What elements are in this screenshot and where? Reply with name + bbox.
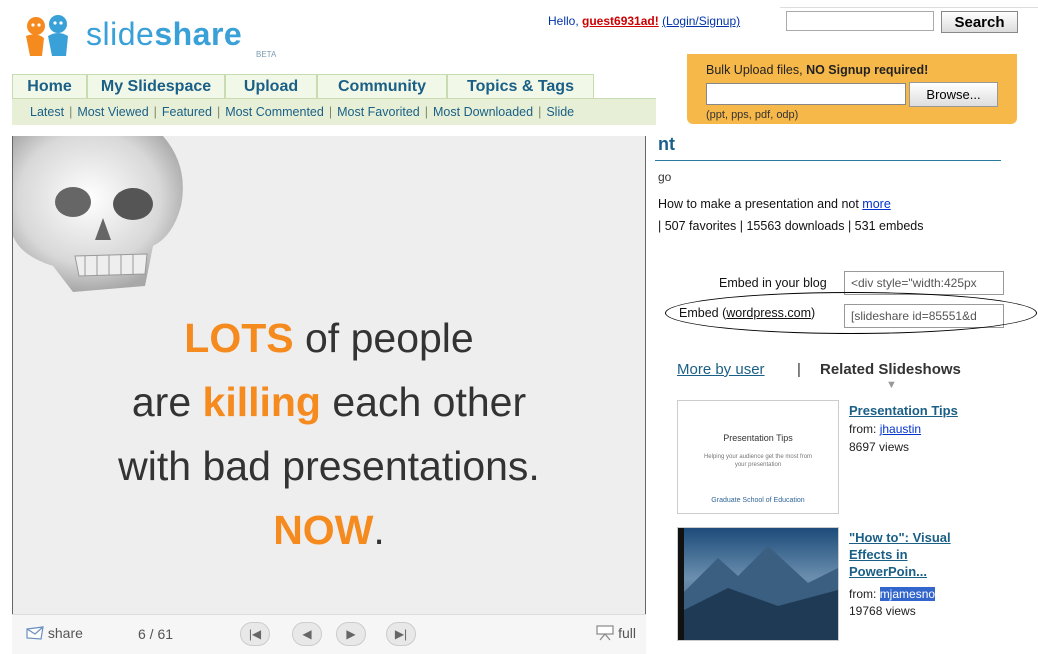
mountain-image [678, 528, 838, 640]
tab-upload[interactable]: Upload [225, 74, 317, 98]
related-title-1[interactable]: Presentation Tips [849, 402, 958, 419]
upload-file-field[interactable] [706, 83, 906, 105]
upload-time: go [658, 170, 672, 184]
page-counter: 6 / 61 [138, 626, 174, 642]
slide-line-3: with bad presentations. [118, 443, 540, 489]
tab-topics-tags[interactable]: Topics & Tags [447, 74, 594, 98]
thumb-subtitle: Helping your audience get the most from … [703, 454, 813, 468]
bulk-upload-box: Bulk Upload files, NO Signup required! B… [687, 54, 1017, 124]
slideshow-stats: | 507 favorites | 15563 downloads | 531 … [658, 219, 924, 233]
related-from-2: from: mjamesno [849, 587, 936, 601]
fullscreen-button[interactable]: full [596, 625, 636, 641]
last-slide-button[interactable]: ▶| [386, 622, 416, 646]
related-author-link-1[interactable]: jhaustin [880, 422, 921, 436]
player-controls: share 6 / 61 |◀ ◀ ▶ ▶| full [12, 614, 646, 654]
subnav-slide[interactable]: Slide [546, 105, 574, 119]
more-link[interactable]: more [862, 197, 890, 211]
projector-screen-icon [596, 625, 614, 641]
thumb-title: Presentation Tips [723, 433, 793, 443]
previous-slide-button[interactable]: ◀ [292, 622, 322, 646]
first-slide-button[interactable]: |◀ [240, 622, 270, 646]
related-author-link-2[interactable]: mjamesno [879, 587, 936, 601]
title-divider [655, 160, 1001, 161]
first-icon: |◀ [248, 627, 262, 641]
related-views-1: 8697 views [849, 440, 910, 454]
slide-line-2: are killing each other [131, 379, 527, 425]
username-link[interactable]: guest6931ad! [582, 14, 659, 28]
related-thumbnail-2[interactable] [677, 527, 839, 641]
related-from-1: from: jhaustin [849, 422, 922, 436]
slide-content: LOTS of people are killing each other wi… [13, 306, 645, 562]
related-views-2: 19768 views [849, 604, 916, 618]
tab-home[interactable]: Home [12, 74, 87, 98]
slideshow-title: nt [658, 134, 675, 154]
user-greeting: Hello, guest6931ad! (Login/Signup) [548, 14, 741, 28]
tab-more-by-user[interactable]: More by user [677, 361, 765, 378]
tab-related-slideshows[interactable]: Related Slideshows [820, 361, 961, 378]
slide-line-1: LOTS of people [184, 315, 474, 361]
related-title-2[interactable]: "How to": Visual Effects in PowerPoin... [849, 529, 951, 580]
slide-line-4: NOW. [273, 507, 385, 553]
next-slide-button[interactable]: ▶ [336, 622, 366, 646]
embed-blog-label: Embed in your blog [719, 276, 827, 290]
thumb-footer: Graduate School of Education [711, 497, 805, 504]
next-icon: ▶ [346, 627, 356, 641]
subnav-most-downloaded[interactable]: Most Downloaded [433, 105, 533, 119]
share-button[interactable]: share [26, 625, 83, 641]
search-input[interactable] [786, 11, 934, 31]
search-button[interactable]: Search [941, 11, 1018, 33]
slideshow-description: How to make a presentation and not more [658, 197, 891, 211]
prev-icon: ◀ [302, 627, 312, 641]
file-types-hint: (ppt, pps, pdf, odp) [706, 109, 799, 121]
bulk-upload-heading: Bulk Upload files, NO Signup required! [706, 63, 929, 77]
subnav-most-favorited[interactable]: Most Favorited [337, 105, 420, 119]
subnav-featured[interactable]: Featured [162, 105, 212, 119]
slide-viewer[interactable]: LOTS of people are killing each other wi… [12, 136, 646, 614]
related-thumbnail-1[interactable]: Presentation Tips Helping your audience … [677, 400, 839, 514]
sub-nav: Latest | Most Viewed | Featured | Most Comment… [12, 98, 656, 125]
subnav-latest[interactable]: Latest [30, 105, 64, 119]
browse-button[interactable]: Browse... [909, 82, 998, 107]
tab-my-slidespace[interactable]: My Slidespace [87, 74, 225, 98]
logo-people-icon [26, 15, 68, 56]
login-signup-link[interactable]: (Login/Signup) [662, 14, 740, 28]
beta-badge: BETA [256, 50, 277, 59]
skull-image [13, 136, 183, 292]
triangle-down-icon: ▼ [886, 379, 897, 391]
subnav-most-viewed[interactable]: Most Viewed [77, 105, 148, 119]
last-icon: ▶| [394, 627, 408, 641]
tab-community[interactable]: Community [317, 74, 447, 98]
envelope-icon [26, 626, 44, 640]
subnav-most-commented[interactable]: Most Commented [225, 105, 324, 119]
header-divider [780, 7, 1038, 8]
logo-wordmark: slideshare [86, 16, 243, 52]
highlight-ellipse [665, 292, 1037, 334]
slideshare-logo[interactable]: slideshare BETA [20, 10, 280, 60]
tab-separator: | [797, 361, 801, 378]
